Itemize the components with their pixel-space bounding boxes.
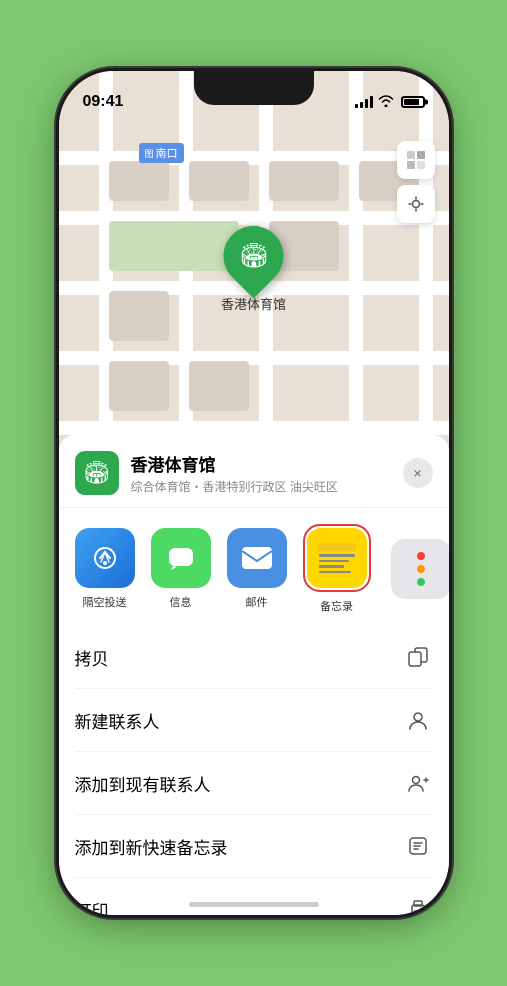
action-new-contact[interactable]: 新建联系人 (75, 689, 433, 752)
print-label: 打印 (75, 897, 109, 916)
mail-icon (227, 528, 287, 588)
action-print[interactable]: 打印 (75, 878, 433, 915)
notes-icon (307, 528, 367, 588)
pin-icon: 🏟 (238, 242, 268, 271)
share-row: 隔空投送 信息 邮件 (59, 508, 449, 626)
quick-note-label: 添加到新快速备忘录 (75, 834, 228, 859)
quick-note-icon (403, 831, 433, 861)
venue-icon: 🏟 (75, 451, 119, 495)
copy-icon (403, 642, 433, 672)
copy-label: 拷贝 (75, 645, 109, 670)
pin-circle: 🏟 (211, 214, 296, 299)
map-label: 图南口 (139, 143, 184, 163)
action-copy[interactable]: 拷贝 (75, 626, 433, 689)
new-contact-icon (403, 705, 433, 735)
status-time: 09:41 (83, 93, 124, 111)
bottom-sheet: 🏟 香港体育馆 综合体育馆・香港特别行政区 油尖旺区 × 隔空投送 (59, 435, 449, 915)
close-button[interactable]: × (403, 458, 433, 488)
sheet-header: 🏟 香港体育馆 综合体育馆・香港特别行政区 油尖旺区 × (59, 435, 449, 508)
share-notes[interactable]: 备忘录 (303, 524, 371, 614)
venue-description: 综合体育馆・香港特别行政区 油尖旺区 (131, 478, 403, 495)
action-list: 拷贝 新建联系人 添 (59, 626, 449, 915)
status-icons (355, 95, 425, 110)
add-contact-icon (403, 768, 433, 798)
print-icon (403, 894, 433, 915)
share-airdrop[interactable]: 隔空投送 (75, 528, 135, 610)
action-add-existing-contact[interactable]: 添加到现有联系人 (75, 752, 433, 815)
more-icon (391, 539, 449, 599)
battery-icon (401, 96, 425, 108)
share-mail[interactable]: 邮件 (227, 528, 287, 610)
notes-label: 备忘录 (320, 598, 353, 614)
wifi-icon (378, 95, 394, 110)
mail-label: 邮件 (246, 594, 268, 610)
map-type-button[interactable] (397, 141, 435, 179)
airdrop-label: 隔空投送 (83, 594, 127, 610)
map-controls (397, 141, 435, 229)
location-pin: 🏟 香港体育馆 (221, 226, 286, 313)
home-indicator (189, 902, 319, 907)
share-messages[interactable]: 信息 (151, 528, 211, 610)
share-more[interactable] (391, 539, 449, 599)
notch (194, 71, 314, 105)
add-existing-contact-label: 添加到现有联系人 (75, 771, 211, 796)
airdrop-icon (75, 528, 135, 588)
signal-icon (355, 96, 373, 108)
messages-icon (151, 528, 211, 588)
messages-label: 信息 (170, 594, 192, 610)
location-button[interactable] (397, 185, 435, 223)
action-quick-note[interactable]: 添加到新快速备忘录 (75, 815, 433, 878)
new-contact-label: 新建联系人 (75, 708, 160, 733)
venue-info: 香港体育馆 综合体育馆・香港特别行政区 油尖旺区 (131, 451, 403, 495)
phone-frame: 09:41 (59, 71, 449, 915)
venue-name: 香港体育馆 (131, 451, 403, 476)
